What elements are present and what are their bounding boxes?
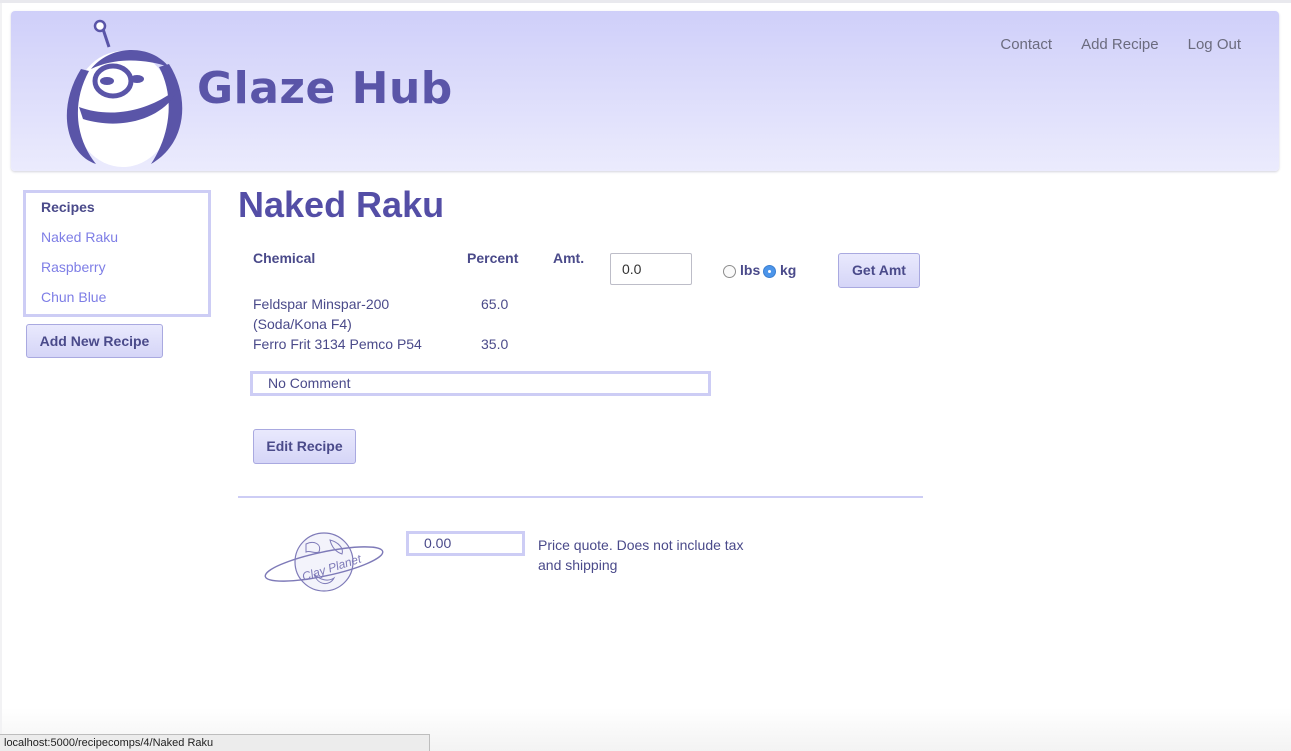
get-amt-button[interactable]: Get Amt bbox=[838, 253, 920, 288]
add-new-recipe-button[interactable]: Add New Recipe bbox=[26, 324, 163, 358]
sidebar-item-naked-raku[interactable]: Naked Raku bbox=[41, 229, 118, 245]
price-quote-field: 0.00 bbox=[406, 531, 525, 556]
table-row-percent: 65.0 bbox=[481, 296, 509, 312]
clay-planet-logo[interactable]: Clay Planet bbox=[264, 530, 388, 594]
recipe-comment: No Comment bbox=[250, 371, 711, 396]
sidebar-item-raspberry[interactable]: Raspberry bbox=[41, 259, 106, 275]
sidebar-title: Recipes bbox=[41, 199, 95, 215]
column-header-amt: Amt. bbox=[553, 250, 585, 266]
top-nav: Contact Add Recipe Log Out bbox=[971, 36, 1241, 53]
table-row-chemical: Ferro Frit 3134 Pemco P54 bbox=[253, 336, 422, 352]
recipes-sidebar: Recipes Naked Raku Raspberry Chun Blue bbox=[23, 190, 211, 317]
unit-label-kg: kg bbox=[780, 262, 797, 278]
price-quote-note: Price quote. Does not include tax and sh… bbox=[538, 537, 744, 573]
sidebar-item-chun-blue[interactable]: Chun Blue bbox=[41, 289, 106, 305]
unit-radio-lbs[interactable] bbox=[723, 265, 736, 278]
edit-recipe-button[interactable]: Edit Recipe bbox=[253, 429, 356, 464]
table-row-chemical-cont: (Soda/Kona F4) bbox=[253, 316, 352, 332]
nav-add-recipe[interactable]: Add Recipe bbox=[1081, 36, 1159, 53]
site-header: Glaze Hub Contact Add Recipe Log Out bbox=[11, 11, 1279, 171]
table-row-percent: 35.0 bbox=[481, 336, 509, 352]
window-left-edge bbox=[0, 3, 2, 751]
robot-logo-icon bbox=[66, 19, 183, 167]
status-bar-url: localhost:5000/recipecomps/4/Naked Raku bbox=[0, 734, 430, 751]
window-top-edge bbox=[0, 0, 1291, 3]
unit-radio-kg[interactable] bbox=[763, 265, 776, 278]
column-header-percent: Percent bbox=[467, 250, 519, 266]
column-header-chemical: Chemical bbox=[253, 250, 316, 266]
nav-log-out[interactable]: Log Out bbox=[1188, 36, 1241, 53]
nav-contact[interactable]: Contact bbox=[1000, 36, 1052, 53]
brand-name: Glaze Hub bbox=[197, 63, 453, 114]
table-row-chemical: Feldspar Minspar-200 bbox=[253, 296, 390, 312]
unit-label-lbs: lbs bbox=[740, 262, 761, 278]
section-divider bbox=[238, 496, 923, 498]
amount-input[interactable]: 0.0 bbox=[610, 253, 692, 285]
page-title: Naked Raku bbox=[238, 184, 445, 225]
